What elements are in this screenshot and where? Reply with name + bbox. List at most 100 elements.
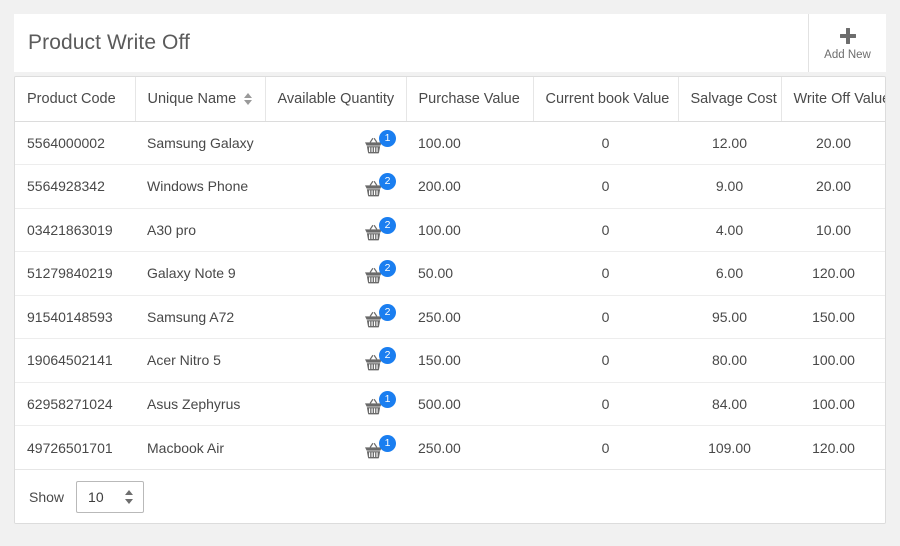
quantity-basket-widget[interactable]: 1	[364, 434, 396, 459]
cell-current-book-value: 0	[533, 164, 678, 209]
cell-available-quantity: 1	[265, 121, 406, 165]
cell-product-code: 49726501701	[27, 439, 113, 456]
cell-write-off-value: 20.00	[781, 121, 885, 165]
cell-unique-name: Galaxy Note 9	[135, 251, 265, 296]
cell-salvage-cost: 109.00	[708, 439, 751, 456]
quantity-basket-widget[interactable]: 2	[364, 260, 396, 284]
column-header-label: Write Off Value	[793, 90, 886, 107]
column-header-product-code[interactable]: Product Code	[15, 77, 136, 122]
cell-write-off-value: 100.00	[781, 338, 885, 383]
cell-purchase-value: 250.00	[418, 439, 461, 456]
cell-available-quantity: 1	[265, 426, 406, 470]
cell-available-quantity: 1	[265, 382, 406, 426]
table-row[interactable]: 5564000002 Samsung Galaxy 1 100.00 0 12.00 20.…	[15, 121, 885, 165]
quantity-badge: 1	[379, 434, 396, 452]
cell-unique-name: Samsung A72	[135, 295, 265, 339]
column-header-purchase-value[interactable]: Purchase Value	[406, 77, 534, 122]
column-header-label: Product Code	[27, 90, 116, 107]
cell-purchase-value: 100.00	[406, 208, 533, 252]
quantity-basket-widget[interactable]: 2	[364, 347, 396, 371]
cell-product-code: 91540148593	[15, 295, 135, 339]
stepper-updown-icon[interactable]	[125, 489, 134, 504]
quantity-badge: 1	[379, 129, 396, 147]
add-new-button[interactable]: Add New	[808, 14, 886, 72]
cell-current-book-value: 0	[533, 295, 678, 339]
column-header-label: Available Quantity	[277, 90, 395, 107]
cell-salvage-cost: 12.00	[678, 121, 781, 165]
show-entries-label: Show	[29, 488, 65, 505]
cell-purchase-value: 150.00	[406, 338, 533, 383]
plus-icon	[839, 27, 856, 44]
cell-unique-name: Samsung Galaxy	[135, 121, 265, 165]
quantity-basket-widget[interactable]: 1	[364, 129, 396, 154]
cell-unique-name: Asus Zephyrus	[135, 382, 265, 426]
quantity-badge: 2	[379, 347, 396, 365]
column-header-label: Purchase Value	[418, 90, 520, 107]
cell-unique-name: Macbook Air	[147, 439, 225, 456]
quantity-badge: 1	[379, 390, 396, 408]
cell-unique-name: A30 pro	[135, 208, 265, 252]
cell-current-book-value: 0	[533, 338, 678, 383]
column-header-available-quantity[interactable]: Available Quantity	[265, 77, 407, 122]
table-row[interactable]: 62958271024 Asus Zephyrus 1 500.00 0 84.00 100…	[15, 382, 885, 426]
cell-unique-name: Acer Nitro 5	[135, 338, 265, 383]
column-header-write-off-value[interactable]: Write Off Value	[781, 77, 886, 122]
table-row[interactable]: 5564928342 Windows Phone 2 200.00 0 9.00 20.00	[15, 164, 885, 209]
cell-available-quantity: 2	[265, 338, 406, 383]
quantity-badge: 2	[379, 260, 396, 278]
cell-purchase-value: 250.00	[406, 295, 533, 339]
quantity-basket-widget[interactable]: 2	[364, 216, 396, 241]
column-header-salvage-cost[interactable]: Salvage Cost	[678, 77, 782, 122]
cell-product-code: 5564928342	[15, 164, 135, 209]
cell-salvage-cost: 95.00	[678, 295, 781, 339]
cell-salvage-cost: 84.00	[678, 382, 781, 426]
table-footer: Show 10	[15, 469, 885, 523]
cell-current-book-value: 0	[533, 121, 678, 165]
cell-product-code: 5564000002	[15, 121, 135, 165]
table-row[interactable]: 19064502141 Acer Nitro 5 2 150.00 0 80.00 100.…	[15, 338, 885, 383]
cell-salvage-cost: 6.00	[678, 251, 781, 296]
page-title: Product Write Off	[28, 31, 190, 54]
cell-product-code: 03421863019	[15, 208, 135, 252]
cell-unique-name: Windows Phone	[135, 164, 265, 209]
column-header-current-book-value[interactable]: Current book Value	[533, 77, 679, 122]
page-root: Product Write Off Add New Product Code U…	[0, 0, 900, 546]
page-size-select[interactable]: 10	[76, 480, 145, 513]
cell-current-book-value: 0	[601, 439, 610, 456]
add-new-label: Add New	[824, 48, 871, 61]
quantity-badge: 2	[379, 173, 396, 191]
cell-salvage-cost: 9.00	[678, 164, 781, 209]
sort-updown-icon[interactable]	[244, 92, 253, 106]
table-row[interactable]: 51279840219 Galaxy Note 9 2 50.00 0 6.00 120.0…	[15, 251, 885, 296]
cell-product-code: 51279840219	[15, 251, 135, 296]
table-header: Product Code Unique Name Available Quant…	[15, 77, 886, 122]
quantity-basket-widget[interactable]: 2	[364, 173, 396, 197]
cell-write-off-value: 100.00	[781, 382, 885, 426]
column-header-unique-name[interactable]: Unique Name	[135, 77, 266, 122]
column-header-label: Current book Value	[545, 90, 670, 107]
cell-purchase-value: 200.00	[406, 164, 533, 209]
cell-product-code: 19064502141	[15, 338, 135, 383]
table-header-row: Product Code Unique Name Available Quant…	[15, 77, 886, 122]
table-row[interactable]: 91540148593 Samsung A72 2 250.00 0 95.00 150.0…	[15, 295, 885, 339]
cell-write-off-value: 10.00	[781, 208, 885, 252]
cell-salvage-cost: 4.00	[678, 208, 781, 252]
cell-purchase-value: 500.00	[406, 382, 533, 426]
cell-product-code: 62958271024	[15, 382, 135, 426]
cell-purchase-value: 50.00	[406, 251, 533, 296]
table-row[interactable]: 03421863019 A30 pro 2 100.00 0 4.00 10.00	[15, 208, 885, 252]
page-header: Product Write Off Add New	[14, 14, 886, 72]
product-write-off-table: Product Code Unique Name Available Quant…	[15, 77, 886, 470]
cell-write-off-value: 120.00	[781, 251, 885, 296]
column-header-label: Unique Name	[147, 90, 237, 107]
quantity-basket-widget[interactable]: 1	[364, 390, 396, 415]
cell-available-quantity: 2	[265, 251, 406, 296]
quantity-badge: 2	[379, 216, 396, 234]
cell-available-quantity: 2	[265, 164, 406, 209]
page-size-value: 10	[88, 488, 104, 505]
quantity-basket-widget[interactable]: 2	[364, 303, 396, 328]
cell-write-off-value: 20.00	[781, 164, 885, 209]
table-row[interactable]: 49726501701 Macbook Air 1 250.00 0 109.00 120.…	[15, 426, 885, 470]
cell-available-quantity: 2	[265, 295, 406, 339]
cell-current-book-value: 0	[533, 382, 678, 426]
